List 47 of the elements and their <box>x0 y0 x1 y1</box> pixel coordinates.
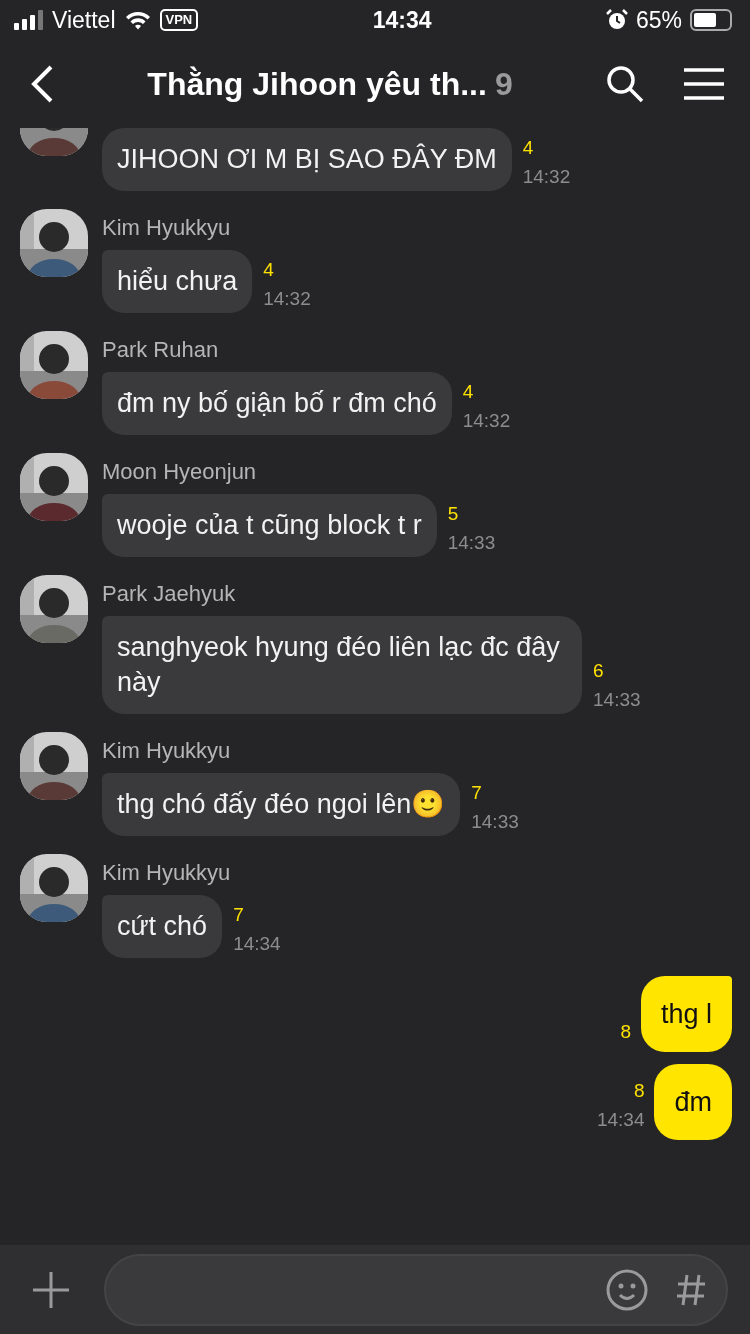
sender-name: Moon Hyeonjun <box>102 458 258 486</box>
message-time: 14:34 <box>596 1107 645 1132</box>
message-bubble: JIHOON ƠI M BỊ SAO ĐÂY ĐM <box>102 128 512 191</box>
alarm-icon <box>605 9 628 31</box>
message-time: 14:34 <box>233 931 281 956</box>
message-time: 14:32 <box>263 286 311 311</box>
message-time: 14:32 <box>462 408 511 433</box>
message-bubble: hiểu chưa <box>102 250 253 313</box>
message-time: 14:32 <box>522 164 571 189</box>
signal-icon <box>14 10 44 30</box>
message-bubble: thg chó đấy đéo ngoi lên🙂 <box>102 773 461 836</box>
sender-name: Kim Hyukkyu <box>102 214 232 242</box>
sender-name: Park Ruhan <box>102 336 220 364</box>
sender-name: Kim Hyukkyu <box>102 859 232 887</box>
member-count: 9 <box>494 65 513 104</box>
message-time: 14:33 <box>447 530 496 555</box>
emoji-icon[interactable] <box>606 1268 648 1311</box>
unread-count: 8 <box>633 1079 645 1103</box>
unread-count: 8 <box>620 1019 631 1044</box>
unread-count: 4 <box>462 380 475 404</box>
battery-icon <box>690 9 732 31</box>
message-bubble: wooje của t cũng block t r <box>102 494 437 557</box>
sender-name: Park Jaehyuk <box>102 580 237 608</box>
menu-icon[interactable] <box>684 68 724 100</box>
message-bubble: đm ny bố giận bố r đm chó <box>102 372 452 435</box>
search-icon[interactable] <box>606 65 644 103</box>
add-icon[interactable] <box>32 1270 70 1309</box>
message-bubble: thg l <box>640 976 732 1052</box>
unread-count: 6 <box>593 659 605 683</box>
carrier-name: Viettel <box>52 5 116 35</box>
sender-name: Kim Hyukkyu <box>102 737 232 765</box>
message-bubble: sanghyeok hyung đéo liên lạc đc đây này <box>102 616 582 714</box>
hashtag-icon[interactable] <box>676 1272 706 1307</box>
back-icon[interactable] <box>30 65 54 103</box>
message-time: 14:33 <box>593 687 641 712</box>
message-bubble: đm <box>654 1064 732 1140</box>
clock: 14:34 <box>372 5 432 35</box>
unread-count: 4 <box>522 136 535 160</box>
vpn-badge: VPN <box>159 9 199 31</box>
message-time: 14:33 <box>471 809 519 834</box>
unread-count: 7 <box>471 781 483 805</box>
unread-count: 4 <box>263 258 275 282</box>
chat-title: Thằng Jihoon yêu th... <box>147 65 487 104</box>
message-bubble: cứt chó <box>102 895 223 958</box>
battery-percent: 65% <box>635 5 682 35</box>
unread-count: 5 <box>447 502 460 526</box>
unread-count: 7 <box>233 903 245 927</box>
